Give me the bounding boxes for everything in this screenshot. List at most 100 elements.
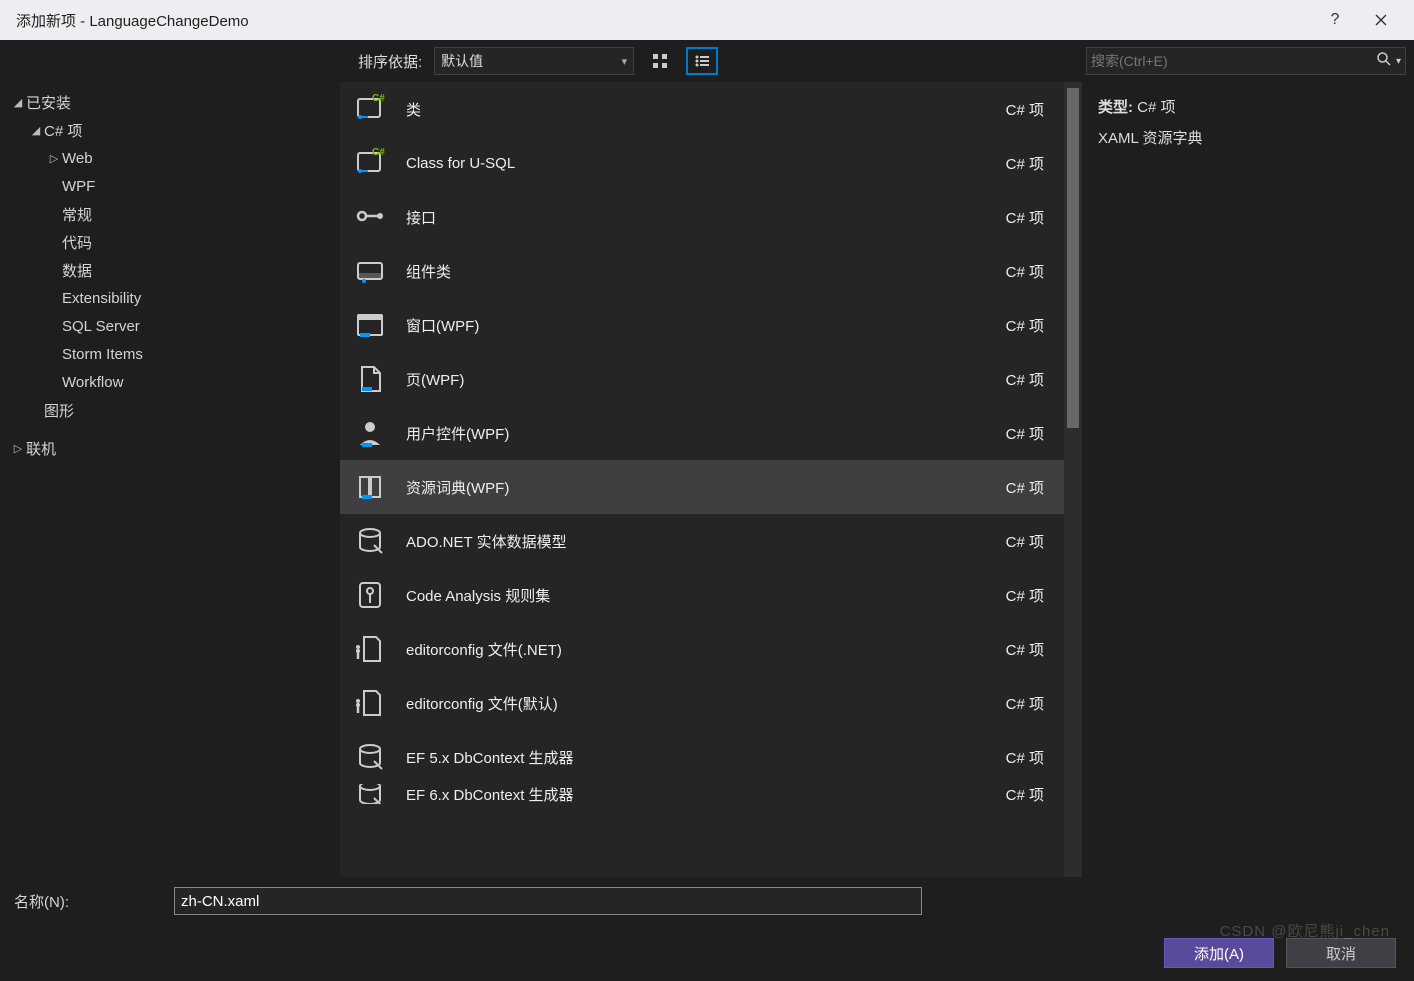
tree-label: 图形 [44,400,74,421]
template-tag: C# 项 [1006,784,1050,804]
template-list[interactable]: 类C# 项Class for U-SQLC# 项接口C# 项组件类C# 项窗口(… [340,82,1064,877]
tree-graphic[interactable]: ·图形 [10,396,340,424]
tree-label: Workflow [62,374,123,391]
sort-dropdown[interactable]: 默认值 ▾ [434,47,634,75]
tree-data[interactable]: ·数据 [10,256,340,284]
tree-general[interactable]: ·常规 [10,200,340,228]
template-tag: C# 项 [1006,315,1050,336]
tree-installed[interactable]: ◢ 已安装 [10,88,340,116]
main-area: ◢ 已安装 ◢ C# 项 ▷Web ·WPF ·常规 ·代码 ·数据 ·Exte… [0,82,1414,877]
sort-value: 默认值 [441,51,483,71]
template-name: 用户控件(WPF) [406,423,988,444]
template-tag: C# 项 [1006,747,1050,768]
tree-label: 数据 [62,260,92,281]
button-row: 添加(A) 取消 [0,925,1414,981]
template-tag: C# 项 [1006,153,1050,174]
collapse-icon: ▷ [46,152,62,165]
template-name: 接口 [406,207,988,228]
template-item[interactable]: 资源词典(WPF)C# 项 [340,460,1064,514]
model-icon [352,739,388,775]
add-button[interactable]: 添加(A) [1164,938,1274,968]
chevron-down-icon: ▾ [622,55,628,68]
template-tag: C# 项 [1006,639,1050,660]
template-list-wrap: 类C# 项Class for U-SQLC# 项接口C# 项组件类C# 项窗口(… [340,82,1082,877]
tree-csharp-items[interactable]: ◢ C# 项 [10,116,340,144]
template-item[interactable]: editorconfig 文件(默认)C# 项 [340,676,1064,730]
detail-type-label: 类型: [1098,99,1133,116]
user-icon [352,415,388,451]
ruleset-icon [352,577,388,613]
expand-icon: ◢ [28,124,44,137]
template-item[interactable]: Class for U-SQL C# 项 [340,136,1064,190]
template-item[interactable]: 类 C# 项 [340,82,1064,136]
tree-sql-server[interactable]: ·SQL Server [10,312,340,340]
page-icon [352,361,388,397]
template-name: EF 5.x DbContext 生成器 [406,747,988,768]
tree-label: WPF [62,178,95,195]
tree-label: Web [62,150,93,167]
template-item[interactable]: EF 5.x DbContext 生成器 C# 项 [340,730,1064,784]
template-name: 类 [406,99,988,120]
template-tag: C# 项 [1006,261,1050,282]
tree-storm-items[interactable]: ·Storm Items [10,340,340,368]
class-icon [352,145,388,181]
template-name: Code Analysis 规则集 [406,585,988,606]
help-button[interactable]: ? [1312,0,1358,40]
template-item[interactable]: 组件类 C# 项 [340,244,1064,298]
tree-web[interactable]: ▷Web [10,144,340,172]
template-tag: C# 项 [1006,477,1050,498]
tree-workflow[interactable]: ·Workflow [10,368,340,396]
template-item[interactable]: 窗口(WPF) C# 项 [340,298,1064,352]
close-button[interactable] [1358,0,1404,40]
template-item[interactable]: 接口C# 项 [340,190,1064,244]
detail-type-value: C# 项 [1137,99,1175,116]
scrollbar-vertical[interactable] [1064,82,1082,877]
search-icon[interactable] [1374,51,1394,72]
title-bar: 添加新项 - LanguageChangeDemo ? [0,0,1414,40]
tree-label: Storm Items [62,346,143,363]
name-input[interactable] [174,887,922,915]
category-tree: ◢ 已安装 ◢ C# 项 ▷Web ·WPF ·常规 ·代码 ·数据 ·Exte… [0,82,340,877]
tree-code[interactable]: ·代码 [10,228,340,256]
view-grid-button[interactable] [644,47,676,75]
scroll-thumb[interactable] [1067,88,1079,428]
dictionary-icon [352,469,388,505]
template-tag: C# 项 [1006,585,1050,606]
detail-description: XAML 资源字典 [1098,127,1400,148]
tree-label: 已安装 [26,92,71,113]
tree-label: SQL Server [62,318,140,335]
template-item[interactable]: 页(WPF)C# 项 [340,352,1064,406]
model-icon [352,523,388,559]
template-item[interactable]: 用户控件(WPF) C# 项 [340,406,1064,460]
template-item[interactable]: ADO.NET 实体数据模型C# 项 [340,514,1064,568]
close-icon [1375,14,1387,26]
class-icon [352,91,388,127]
template-item[interactable]: editorconfig 文件(.NET)C# 项 [340,622,1064,676]
cancel-button[interactable]: 取消 [1286,938,1396,968]
template-item[interactable]: Code Analysis 规则集 C# 项 [340,568,1064,622]
template-name: 组件类 [406,261,988,282]
tree-extensibility[interactable]: ·Extensibility [10,284,340,312]
template-name: 窗口(WPF) [406,315,988,336]
window-icon [352,307,388,343]
tree-online[interactable]: ▷ 联机 [10,434,340,462]
model-icon [352,784,388,804]
template-tag: C# 项 [1006,693,1050,714]
template-tag: C# 项 [1006,99,1050,120]
template-item[interactable]: EF 6.x DbContext 生成器 C# 项 [340,784,1064,804]
config-icon [352,631,388,667]
config-icon [352,685,388,721]
search-chevron-icon[interactable]: ▾ [1394,56,1401,67]
template-name: EF 6.x DbContext 生成器 [406,784,988,804]
tree-label: Extensibility [62,290,141,307]
template-tag: C# 项 [1006,423,1050,444]
sort-label: 排序依据: [358,51,422,72]
template-tag: C# 项 [1006,531,1050,552]
template-name: Class for U-SQL [406,155,988,172]
view-list-button[interactable] [686,47,718,75]
collapse-icon: ▷ [10,442,26,455]
search-box[interactable]: ▾ [1086,47,1406,75]
tree-label: 常规 [62,204,92,225]
search-input[interactable] [1091,53,1374,69]
tree-wpf[interactable]: ·WPF [10,172,340,200]
